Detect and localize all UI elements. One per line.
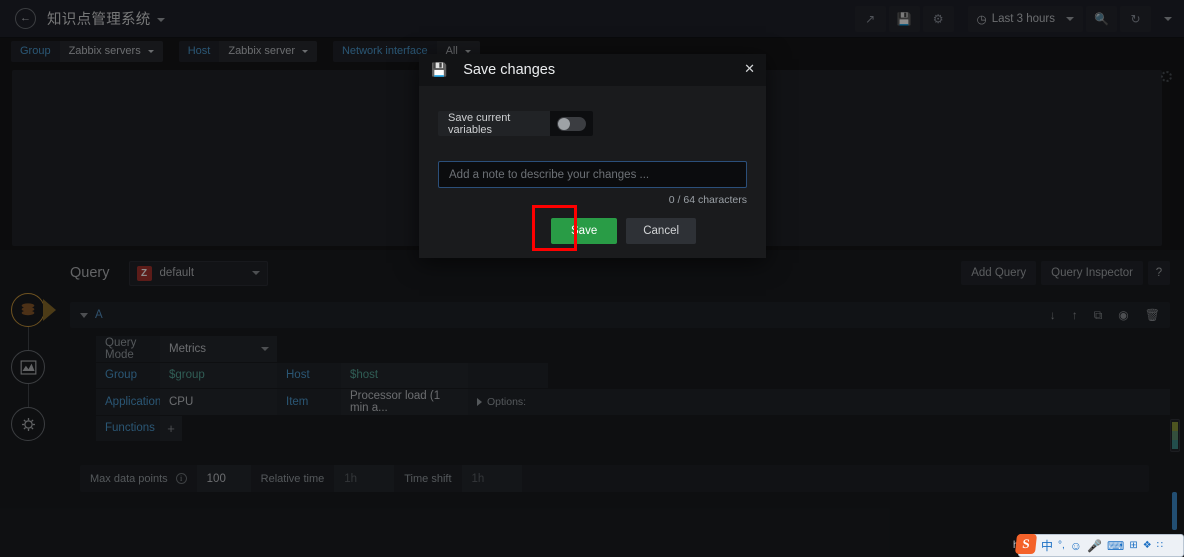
toggle-knob [558,117,570,130]
modal-actions: Save Cancel [438,218,747,244]
ime-punctuation-icon[interactable]: °, [1058,540,1065,551]
modal-body: Save current variables 0 / 64 characters… [419,86,766,244]
save-changes-dialog: 💾 Save changes ✕ Save current variables … [419,54,766,258]
ime-skin-icon[interactable]: ❖ [1143,540,1152,551]
character-counter: 0 / 64 characters [668,194,747,206]
ime-keyboard-icon[interactable]: ⌨ [1107,539,1124,553]
toggle-track [557,116,586,131]
change-note-input[interactable] [438,161,747,188]
save-floppy-icon: 💾 [431,62,448,77]
save-variables-label: Save current variables [448,111,511,136]
sogou-logo-icon[interactable]: S [1014,533,1038,554]
modal-title: Save changes [463,62,556,78]
ime-mode-chinese-icon[interactable]: 中 [1041,537,1053,554]
cancel-button[interactable]: Cancel [626,218,697,244]
save-button[interactable]: Save [551,218,618,244]
ime-emoji-icon[interactable]: ☺ [1070,539,1082,553]
grafana-panel-editor: ← 知识点管理系统 ↗ 💾 ⚙ ◷ Last 3 hours 🔍 ↻ Group… [0,0,1184,557]
save-variables-toggle[interactable] [550,111,593,136]
ime-toolbox-icon[interactable]: ⊞ [1129,540,1137,551]
ime-voice-icon[interactable]: 🎤 [1087,539,1102,553]
ime-menu-icon[interactable]: ∷ [1157,540,1163,551]
close-icon[interactable]: ✕ [744,62,755,75]
sogou-ime-toolbar: S 中 °, ☺ 🎤 ⌨ ⊞ ❖ ∷ [1014,533,1184,557]
save-variables-row: Save current variables [438,111,593,136]
modal-header: 💾 Save changes ✕ [419,54,766,86]
